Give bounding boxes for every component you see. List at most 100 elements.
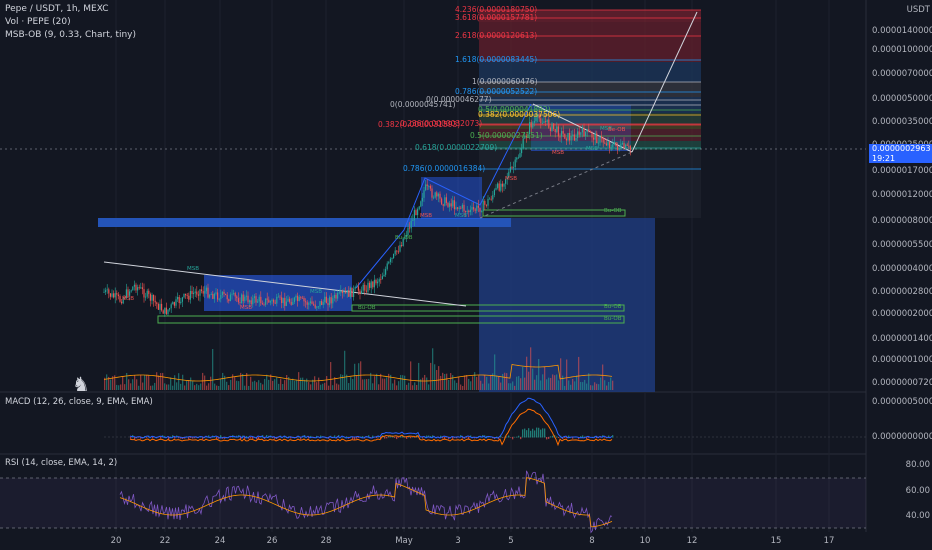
volume-bar <box>422 377 424 390</box>
msb-ob-legend[interactable]: MSB-OB (9, 0.33, Chart, tiny) <box>5 30 136 41</box>
volume-bar <box>228 385 230 390</box>
volume-bar <box>406 384 408 390</box>
macd-histogram-bar <box>518 435 520 438</box>
candle-body <box>141 287 143 290</box>
rsi-legend[interactable]: RSI (14, close, EMA, 14, 2) <box>5 458 117 468</box>
volume-bar <box>138 385 140 390</box>
candle-body <box>607 142 609 146</box>
volume-bar <box>168 384 170 390</box>
candle-body <box>413 210 415 221</box>
candle-body <box>276 296 278 304</box>
candle-body <box>601 136 603 139</box>
chart-root[interactable]: Pepe / USDT, 1h, MEXC Vol · PEPE (20) MS… <box>0 0 932 550</box>
volume-bar <box>460 384 462 390</box>
msb-ob-tag: Be-OB <box>608 127 626 133</box>
volume-bar <box>582 382 584 390</box>
candle-body <box>447 202 449 207</box>
candle-body <box>442 204 444 206</box>
candle-body <box>231 293 233 295</box>
macd-legend[interactable]: MACD (12, 26, close, 9, EMA, EMA) <box>5 397 153 407</box>
macd-histogram-bar <box>546 437 548 440</box>
candle-body <box>594 133 596 140</box>
volume-bar <box>502 373 504 390</box>
candle-body <box>257 301 259 303</box>
candle-body <box>245 295 247 297</box>
volume-bar <box>444 374 446 390</box>
time-tick-label: 20 <box>110 536 122 546</box>
candle-body <box>477 205 479 208</box>
macd-histogram-bar <box>556 436 558 438</box>
candle-body <box>450 203 452 207</box>
volume-bar <box>160 373 162 390</box>
time-tick-label: 15 <box>770 536 782 546</box>
candle-body <box>399 245 401 252</box>
volume-bar <box>140 374 142 390</box>
candle-body <box>604 142 606 144</box>
volume-legend[interactable]: Vol · PEPE (20) <box>5 17 71 28</box>
volume-bar <box>512 381 514 390</box>
volume-bar <box>260 382 262 390</box>
volume-bar <box>578 356 580 390</box>
candle-body <box>207 287 209 298</box>
volume-bar <box>476 376 478 390</box>
volume-bar <box>338 384 340 390</box>
chart-graphics[interactable] <box>0 0 932 550</box>
candle-body <box>220 295 222 299</box>
time-tick-label: 22 <box>159 536 171 546</box>
volume-bar <box>214 383 216 390</box>
volume-bar <box>276 377 278 390</box>
candle-body <box>327 303 329 306</box>
volume-bar <box>330 362 332 390</box>
candle-body <box>217 292 219 300</box>
time-tick-label: 17 <box>823 536 835 546</box>
volume-bar <box>418 362 420 390</box>
candle-body <box>620 144 622 148</box>
volume-bar <box>218 385 220 390</box>
volume-bar <box>170 377 172 390</box>
candle-body <box>554 128 556 133</box>
volume-bar <box>184 385 186 390</box>
candle-body <box>135 284 137 291</box>
macd-histogram-bar <box>536 427 538 438</box>
candle-body <box>426 184 428 187</box>
volume-bar <box>360 361 362 390</box>
price-tick-label: 0.0000002800 <box>872 287 932 297</box>
candle-body <box>511 167 513 168</box>
tradingview-logo-icon[interactable]: ♞ <box>72 372 90 396</box>
candle-body <box>386 263 388 270</box>
volume-bar <box>132 379 134 390</box>
candle-body <box>569 132 571 141</box>
candle-body <box>132 286 134 291</box>
volume-bar <box>558 380 560 390</box>
volume-bar <box>274 379 276 390</box>
candle-body <box>321 301 323 305</box>
candle-body <box>490 198 492 200</box>
volume-bar <box>136 379 138 390</box>
candle-body <box>322 302 324 305</box>
price-tick-label: 0.0000012000 <box>872 190 932 200</box>
candle-body <box>149 294 151 301</box>
candle-body <box>255 296 257 303</box>
volume-bar <box>440 375 442 390</box>
candle-body <box>441 198 443 205</box>
volume-bar <box>466 375 468 390</box>
candle-body <box>597 142 599 144</box>
candle-body <box>628 145 630 147</box>
candle-body <box>586 129 588 132</box>
macd-histogram-bar <box>526 430 528 438</box>
volume-bar <box>204 375 206 390</box>
volume-bar <box>426 377 428 390</box>
candle-body <box>269 301 271 303</box>
candle-body <box>434 192 436 198</box>
candle-body <box>140 287 142 289</box>
volume-bar <box>146 374 148 390</box>
volume-bar <box>314 376 316 390</box>
volume-bar <box>550 377 552 390</box>
candle-body <box>202 291 204 294</box>
candle-body <box>212 294 214 299</box>
candle-body <box>226 294 228 300</box>
candle-body <box>617 146 619 150</box>
candle-body <box>317 306 319 308</box>
candle-body <box>391 257 393 259</box>
volume-bar <box>282 384 284 390</box>
